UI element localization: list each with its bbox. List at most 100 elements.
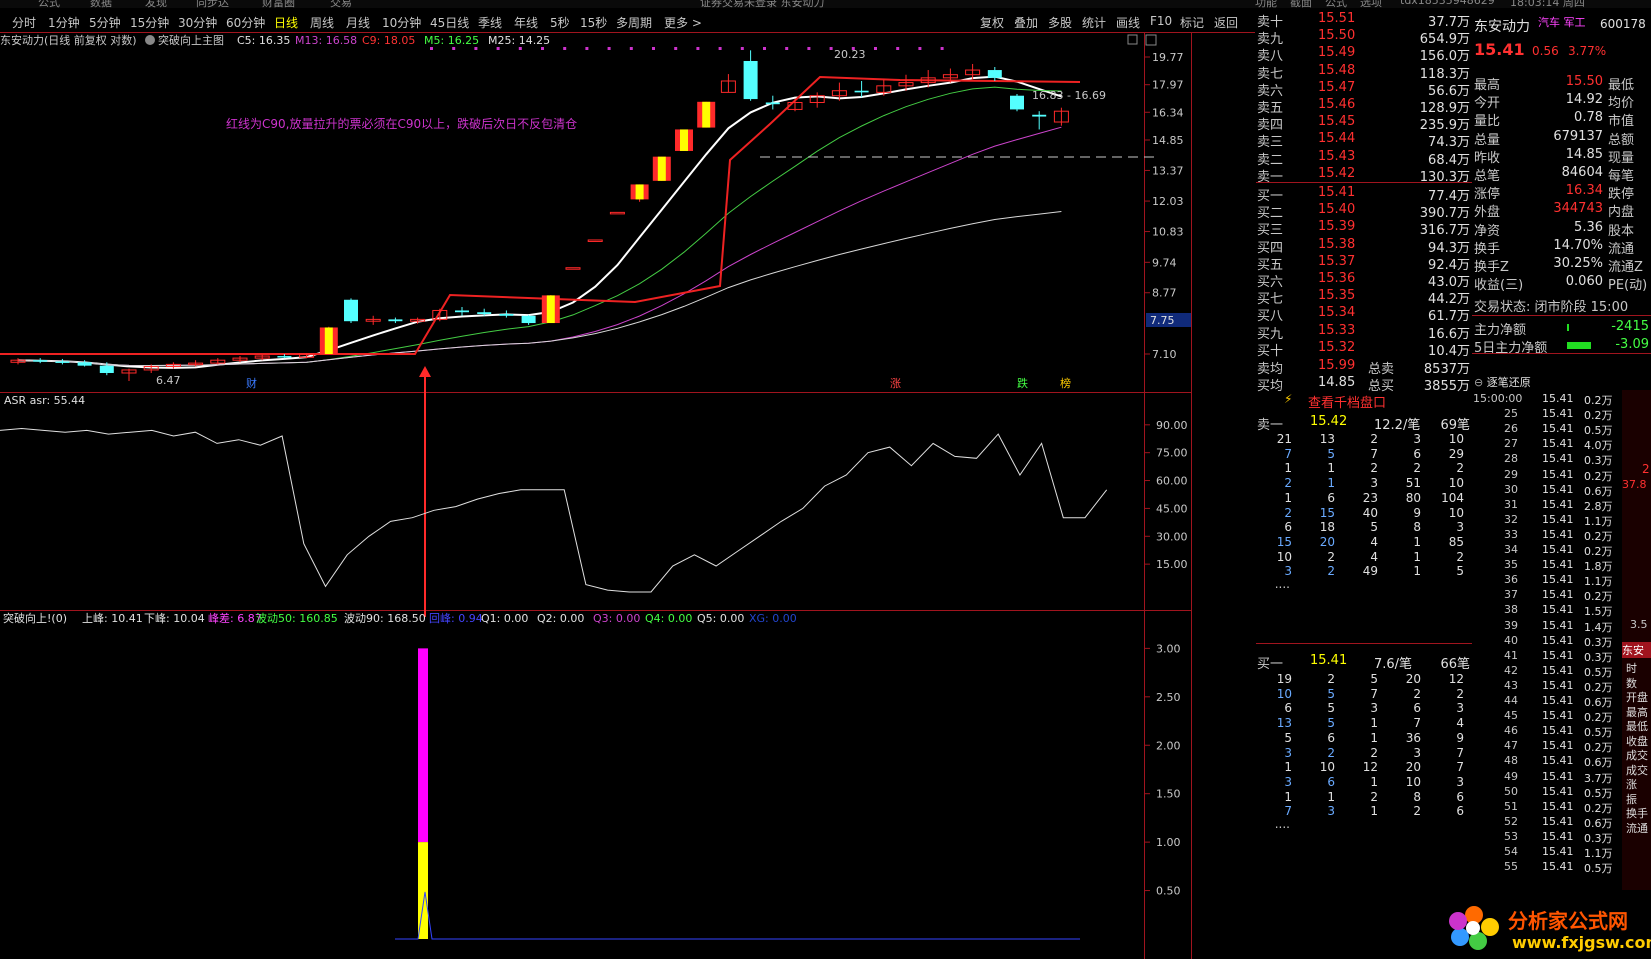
top-menu-item[interactable]: 18:03:14 周四 bbox=[1510, 0, 1585, 8]
orderbook-row[interactable]: 买二 15.40 390.7万 bbox=[1256, 201, 1472, 221]
top-menu-item[interactable]: 数据 bbox=[90, 0, 112, 8]
diamond-icon[interactable] bbox=[1127, 34, 1138, 45]
event-label-bang[interactable]: 榜 bbox=[1060, 376, 1071, 390]
orderbook-row[interactable]: 买四 15.38 94.3万 bbox=[1256, 236, 1472, 256]
top-menu-item[interactable]: 同步达 bbox=[196, 0, 229, 8]
thousand-title[interactable]: 查看千档盘口 bbox=[1308, 392, 1386, 411]
top-menu-item[interactable]: 公式 bbox=[38, 0, 60, 8]
period-item[interactable]: 10分钟 bbox=[382, 14, 421, 31]
period-item[interactable]: 30分钟 bbox=[178, 14, 217, 31]
price-tick: 14.85 bbox=[1152, 134, 1184, 147]
signal-dot-row bbox=[430, 47, 944, 50]
toolbar-button[interactable]: F10 bbox=[1150, 14, 1172, 28]
stat-label-2: 总额 bbox=[1608, 132, 1635, 148]
toolbar-button[interactable]: 统计 bbox=[1082, 14, 1106, 31]
orderbook-row[interactable]: 卖四 15.45 235.9万 bbox=[1256, 113, 1472, 133]
tick-time: 43 bbox=[1504, 678, 1518, 692]
top-menu-item[interactable]: 公式 bbox=[1325, 0, 1347, 8]
period-item[interactable]: 45日线 bbox=[430, 14, 469, 31]
orderbook-row[interactable]: 卖十 15.51 37.7万 bbox=[1256, 10, 1472, 30]
period-item[interactable]: 5分钟 bbox=[89, 14, 121, 31]
grid-cell: 4 bbox=[1370, 549, 1378, 564]
event-label-cai[interactable]: 财 bbox=[246, 376, 257, 390]
tick-volume: 0.2万 bbox=[1584, 801, 1613, 815]
period-item[interactable]: 更多 > bbox=[664, 14, 702, 31]
grid-cell: 6 bbox=[1456, 789, 1464, 804]
breakout-tick: 3.00 bbox=[1156, 642, 1181, 655]
top-menu-item[interactable]: 证券交易未登录 东安动力 bbox=[700, 0, 825, 8]
tick-time: 34 bbox=[1504, 543, 1518, 556]
period-item[interactable]: 季线 bbox=[478, 14, 502, 31]
edge-tab[interactable]: 东安 bbox=[1622, 642, 1651, 658]
toolbar-button[interactable]: 画线 bbox=[1116, 14, 1140, 31]
period-item[interactable]: 60分钟 bbox=[226, 14, 265, 31]
top-menu-item[interactable]: 交易 bbox=[330, 0, 352, 8]
period-item[interactable]: 1分钟 bbox=[48, 14, 80, 31]
period-item[interactable]: 15秒 bbox=[580, 14, 607, 31]
toolbar-button[interactable]: 复权 bbox=[980, 14, 1004, 31]
period-item[interactable]: 分时 bbox=[12, 14, 36, 31]
orderbook-row[interactable]: 买九 15.33 16.6万 bbox=[1256, 322, 1472, 342]
orderbook-row[interactable]: 卖五 15.46 128.9万 bbox=[1256, 96, 1472, 116]
period-item[interactable]: 多周期 bbox=[616, 14, 652, 31]
period-item[interactable]: 15分钟 bbox=[130, 14, 169, 31]
ticks-header[interactable]: ⊖ 逐笔还原 bbox=[1474, 374, 1531, 390]
stat-label-2: PE(动) bbox=[1608, 278, 1648, 294]
top-menu-item[interactable]: 财富圈 bbox=[262, 0, 295, 8]
orderbook-row[interactable]: 买三 15.39 316.7万 bbox=[1256, 218, 1472, 238]
toolbar-button[interactable]: 叠加 bbox=[1014, 14, 1038, 31]
top-menu-item[interactable]: tdx18535948629 bbox=[1400, 0, 1495, 7]
tick-row: 27 15.41 4.0万 bbox=[1472, 437, 1632, 452]
orderbook-row[interactable]: 买五 15.37 92.4万 bbox=[1256, 253, 1472, 273]
orderbook-row[interactable]: 买十 15.32 10.4万 bbox=[1256, 339, 1472, 359]
orderbook-row[interactable]: 卖二 15.43 68.4万 bbox=[1256, 148, 1472, 168]
orderbook-row[interactable]: 买七 15.35 44.2万 bbox=[1256, 287, 1472, 307]
signal-dot bbox=[940, 47, 944, 50]
window-toggle-icon[interactable] bbox=[1145, 34, 1157, 46]
grid-cell: 2 bbox=[1327, 564, 1335, 579]
period-item[interactable]: 月线 bbox=[346, 14, 370, 31]
orderbook-row[interactable]: 买八 15.34 61.7万 bbox=[1256, 304, 1472, 324]
tick-row: 54 15.41 1.1万 bbox=[1472, 845, 1632, 860]
indicator-circle-icon[interactable] bbox=[145, 35, 155, 45]
tick-price: 15.41 bbox=[1542, 860, 1574, 874]
orderbook-row[interactable]: 卖七 15.48 118.3万 bbox=[1256, 62, 1472, 82]
stock-name[interactable]: 东安动力 bbox=[1474, 16, 1530, 36]
tick-time: 50 bbox=[1504, 784, 1518, 798]
grid-cell: 4 bbox=[1370, 534, 1378, 549]
toolbar-button[interactable]: 多股 bbox=[1048, 14, 1072, 31]
orderbook-row[interactable]: 卖一 15.42 130.3万 bbox=[1256, 165, 1472, 185]
stat-label-2: 每笔 bbox=[1608, 169, 1635, 184]
period-item[interactable]: 年线 bbox=[514, 14, 538, 31]
kline-chart-area[interactable]: 东安动力(日线 前复权 对数) 突破向上主图 C5: 16.35 M13: 16… bbox=[0, 32, 1255, 959]
signal-dot bbox=[474, 47, 478, 50]
event-label-die[interactable]: 跌 bbox=[1017, 376, 1028, 390]
grid-cell: 12 bbox=[1362, 760, 1378, 775]
top-menu-item[interactable]: 截面 bbox=[1290, 0, 1312, 8]
collapse-icon[interactable]: ⊖ bbox=[1474, 376, 1487, 389]
orderbook-row[interactable]: 卖三 15.44 74.3万 bbox=[1256, 130, 1472, 150]
stock-stat-row: 量比 0.78 市值 bbox=[1472, 109, 1651, 129]
orderbook-row[interactable]: 卖九 15.50 654.9万 bbox=[1256, 27, 1472, 47]
stock-stat-row: 换手Z 30.25% 流通Z bbox=[1472, 255, 1651, 275]
toolbar-button[interactable]: 标记 bbox=[1180, 14, 1204, 31]
tick-time: 53 bbox=[1504, 829, 1518, 843]
top-menu-item[interactable]: 功能 bbox=[1255, 0, 1277, 8]
orderbook-row[interactable]: 买六 15.36 43.0万 bbox=[1256, 270, 1472, 290]
top-menu-item[interactable]: 选项 bbox=[1360, 0, 1382, 8]
tick-price: 15.41 bbox=[1542, 694, 1574, 707]
toolbar-button[interactable]: 返回 bbox=[1214, 14, 1238, 31]
period-item[interactable]: 周线 bbox=[310, 14, 334, 31]
indicator-name[interactable]: 突破向上主图 bbox=[158, 33, 224, 47]
orderbook-row[interactable]: 卖六 15.47 56.6万 bbox=[1256, 79, 1472, 99]
stat-label: 总笔 bbox=[1474, 169, 1501, 184]
event-label-zhang[interactable]: 涨 bbox=[890, 377, 901, 390]
asr-line bbox=[0, 427, 1108, 593]
period-item[interactable]: 日线 bbox=[274, 14, 298, 31]
price-tick: 7.10 bbox=[1152, 348, 1177, 361]
orderbook-row[interactable]: 买一 15.41 77.4万 bbox=[1256, 184, 1472, 204]
top-menu-item[interactable]: 发现 bbox=[145, 0, 167, 8]
orderbook-row[interactable]: 卖八 15.49 156.0万 bbox=[1256, 44, 1472, 64]
ob-price: 15.39 bbox=[1318, 219, 1356, 235]
period-item[interactable]: 5秒 bbox=[550, 14, 570, 31]
